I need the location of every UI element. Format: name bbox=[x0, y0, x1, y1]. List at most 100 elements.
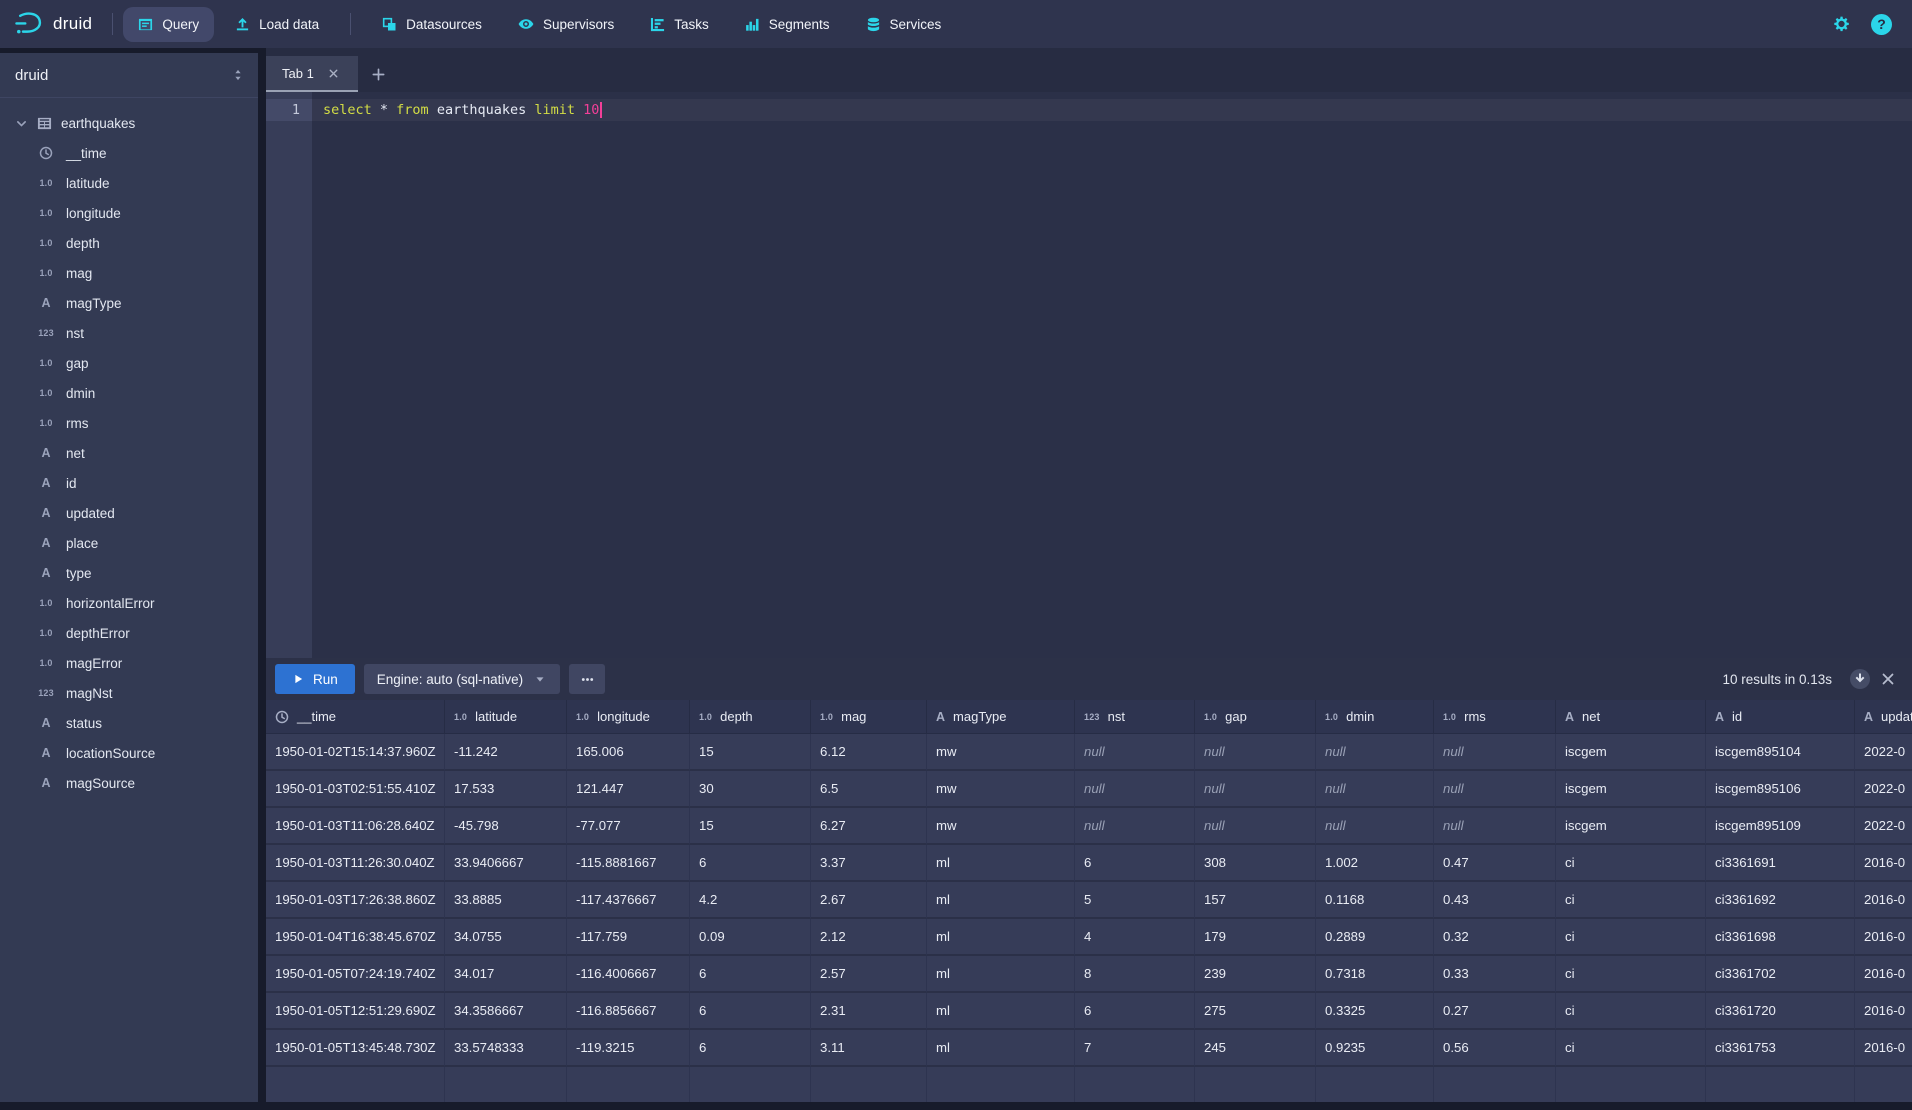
help-button[interactable]: ? bbox=[1871, 14, 1892, 35]
cell[interactable]: 0.09 bbox=[690, 919, 811, 956]
cell[interactable]: null bbox=[1075, 734, 1195, 771]
run-button[interactable]: Run bbox=[275, 664, 355, 694]
column-net[interactable]: Anet bbox=[0, 438, 258, 468]
cell[interactable]: 3.11 bbox=[811, 1030, 927, 1067]
cell[interactable]: 275 bbox=[1195, 993, 1316, 1030]
cell[interactable]: 1950-01-03T11:26:30.040Z bbox=[266, 845, 445, 882]
cell[interactable]: null bbox=[1316, 734, 1434, 771]
cell[interactable]: 2016-0 bbox=[1855, 919, 1912, 956]
cell[interactable]: 0.7318 bbox=[1316, 956, 1434, 993]
cell[interactable]: ci bbox=[1556, 919, 1706, 956]
cell[interactable]: null bbox=[1434, 734, 1556, 771]
cell[interactable]: 2016-0 bbox=[1855, 845, 1912, 882]
cell[interactable] bbox=[1434, 1067, 1556, 1102]
cell[interactable] bbox=[811, 1067, 927, 1102]
column-header-updated[interactable]: Aupdated bbox=[1855, 700, 1912, 734]
cell[interactable] bbox=[266, 1067, 445, 1102]
nav-more-button[interactable] bbox=[956, 7, 978, 42]
cell[interactable]: iscgem bbox=[1556, 771, 1706, 808]
cell[interactable]: null bbox=[1195, 771, 1316, 808]
column-longitude[interactable]: 1.0longitude bbox=[0, 198, 258, 228]
cell[interactable]: ci3361698 bbox=[1706, 919, 1855, 956]
cell[interactable]: null bbox=[1434, 771, 1556, 808]
cell[interactable]: ml bbox=[927, 882, 1075, 919]
cell[interactable]: 2022-0 bbox=[1855, 808, 1912, 845]
cell[interactable]: 6 bbox=[1075, 993, 1195, 1030]
cell[interactable]: 1950-01-05T13:45:48.730Z bbox=[266, 1030, 445, 1067]
cell[interactable]: null bbox=[1195, 734, 1316, 771]
column-header-id[interactable]: Aid bbox=[1706, 700, 1855, 734]
cell[interactable]: 0.33 bbox=[1434, 956, 1556, 993]
cell[interactable]: ci bbox=[1556, 993, 1706, 1030]
cell[interactable]: ci3361692 bbox=[1706, 882, 1855, 919]
cell[interactable]: 6 bbox=[1075, 845, 1195, 882]
cell[interactable]: 5 bbox=[1075, 882, 1195, 919]
cell[interactable]: 33.5748333 bbox=[445, 1030, 567, 1067]
cell[interactable]: 30 bbox=[690, 771, 811, 808]
cell[interactable] bbox=[690, 1067, 811, 1102]
cell[interactable]: 245 bbox=[1195, 1030, 1316, 1067]
cell[interactable]: 308 bbox=[1195, 845, 1316, 882]
column-header-__time[interactable]: __time bbox=[266, 700, 445, 734]
cell[interactable]: ci3361691 bbox=[1706, 845, 1855, 882]
cell[interactable]: 179 bbox=[1195, 919, 1316, 956]
cell[interactable]: 1950-01-04T16:38:45.670Z bbox=[266, 919, 445, 956]
cell[interactable]: ml bbox=[927, 845, 1075, 882]
close-results-button[interactable] bbox=[1880, 671, 1896, 687]
column-dmin[interactable]: 1.0dmin bbox=[0, 378, 258, 408]
cell[interactable]: 0.43 bbox=[1434, 882, 1556, 919]
datasource-earthquakes[interactable]: earthquakes bbox=[0, 108, 258, 138]
column-header-depth[interactable]: 1.0depth bbox=[690, 700, 811, 734]
cell[interactable]: 0.47 bbox=[1434, 845, 1556, 882]
cell[interactable]: 2016-0 bbox=[1855, 956, 1912, 993]
cell[interactable]: 15 bbox=[690, 734, 811, 771]
column-header-nst[interactable]: 123nst bbox=[1075, 700, 1195, 734]
column-type[interactable]: Atype bbox=[0, 558, 258, 588]
cell[interactable]: 33.9406667 bbox=[445, 845, 567, 882]
column-nst[interactable]: 123nst bbox=[0, 318, 258, 348]
cell[interactable] bbox=[1855, 1067, 1912, 1102]
nav-item-tasks[interactable]: Tasks bbox=[635, 7, 724, 42]
column-header-gap[interactable]: 1.0gap bbox=[1195, 700, 1316, 734]
cell[interactable] bbox=[1316, 1067, 1434, 1102]
cell[interactable]: 2.67 bbox=[811, 882, 927, 919]
column-header-longitude[interactable]: 1.0longitude bbox=[567, 700, 690, 734]
cell[interactable]: null bbox=[1195, 808, 1316, 845]
cell[interactable]: ci3361753 bbox=[1706, 1030, 1855, 1067]
nav-item-services[interactable]: Services bbox=[851, 7, 957, 42]
cell[interactable]: ci3361720 bbox=[1706, 993, 1855, 1030]
column-id[interactable]: Aid bbox=[0, 468, 258, 498]
cell[interactable]: ci bbox=[1556, 882, 1706, 919]
cell[interactable]: ci bbox=[1556, 845, 1706, 882]
column-header-rms[interactable]: 1.0rms bbox=[1434, 700, 1556, 734]
column-header-dmin[interactable]: 1.0dmin bbox=[1316, 700, 1434, 734]
caret-sort-icon[interactable] bbox=[231, 68, 245, 82]
cell[interactable]: 165.006 bbox=[567, 734, 690, 771]
cell[interactable]: ci bbox=[1556, 956, 1706, 993]
query-more-button[interactable] bbox=[569, 664, 605, 694]
cell[interactable]: 0.2889 bbox=[1316, 919, 1434, 956]
cell[interactable]: 2.12 bbox=[811, 919, 927, 956]
cell[interactable]: null bbox=[1075, 771, 1195, 808]
download-results-button[interactable] bbox=[1849, 668, 1871, 690]
chevron-down-icon[interactable] bbox=[15, 117, 28, 130]
cell[interactable]: 0.1168 bbox=[1316, 882, 1434, 919]
cell[interactable]: iscgem bbox=[1556, 808, 1706, 845]
column-place[interactable]: Aplace bbox=[0, 528, 258, 558]
cell[interactable]: null bbox=[1075, 808, 1195, 845]
cell[interactable]: 6.5 bbox=[811, 771, 927, 808]
cell[interactable]: 7 bbox=[1075, 1030, 1195, 1067]
cell[interactable]: 157 bbox=[1195, 882, 1316, 919]
cell[interactable]: -45.798 bbox=[445, 808, 567, 845]
cell[interactable]: 17.533 bbox=[445, 771, 567, 808]
cell[interactable]: 34.3586667 bbox=[445, 993, 567, 1030]
cell[interactable] bbox=[1195, 1067, 1316, 1102]
cell[interactable]: ml bbox=[927, 956, 1075, 993]
cell[interactable]: 1950-01-02T15:14:37.960Z bbox=[266, 734, 445, 771]
engine-select[interactable]: Engine: auto (sql-native) bbox=[364, 664, 560, 694]
column-magNst[interactable]: 123magNst bbox=[0, 678, 258, 708]
column-locationSource[interactable]: AlocationSource bbox=[0, 738, 258, 768]
query-editor[interactable]: 1 select * from earthquakes limit 10 bbox=[266, 92, 1912, 658]
cell[interactable]: -115.8881667 bbox=[567, 845, 690, 882]
cell[interactable]: 6.12 bbox=[811, 734, 927, 771]
